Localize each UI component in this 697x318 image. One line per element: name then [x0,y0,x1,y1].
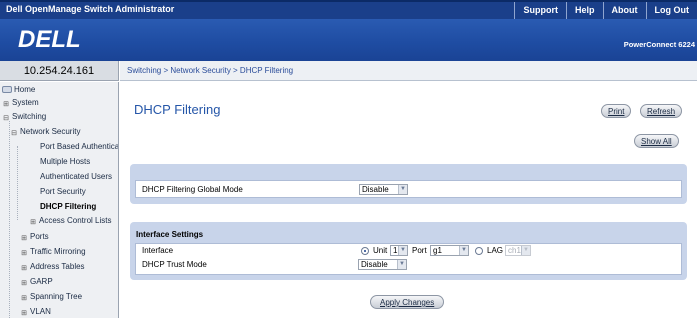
tree-item-label: Traffic Mirroring [30,247,86,256]
breadcrumb-bar: Switching > Network Security > DHCP Filt… [120,61,697,81]
chevron-down-icon: ▼ [521,246,530,255]
tree-item-label: Ports [30,232,49,241]
tree-item-label: Home [14,85,36,94]
tree-item-garp[interactable]: ⊞ GARP [20,275,53,288]
tree-item-label: Address Tables [30,262,85,271]
chevron-down-icon: ▼ [398,185,407,194]
tree-item-spanning-tree[interactable]: ⊞ Spanning Tree [20,290,82,303]
chevron-down-icon: ▼ [398,246,407,255]
about-link[interactable]: About [602,2,646,19]
tree-item-label: Port Based Authentication [40,142,119,151]
app-title: Dell OpenManage Switch Administrator [6,4,175,14]
tree-item-traffic-mirroring[interactable]: ⊞ Traffic Mirroring [20,245,86,258]
tree-item-home[interactable]: Home [2,83,35,96]
support-link[interactable]: Support [514,2,566,19]
home-icon [2,86,12,93]
chevron-down-icon: ▼ [397,260,406,269]
refresh-button[interactable]: Refresh [640,104,683,118]
tree-item-label: Network Security [20,127,81,136]
tree-item-authenticated-users[interactable]: Authenticated Users [40,170,112,183]
expand-icon[interactable]: ⊞ [29,219,37,226]
lag-radio[interactable] [475,247,483,255]
trust-mode-select[interactable]: Disable ▼ [358,259,407,270]
interface-label: Interface [142,246,174,255]
lag-select[interactable]: ch1 ▼ [505,245,531,256]
expand-icon[interactable]: ⊞ [20,235,28,242]
breadcrumb: Switching > Network Security > DHCP Filt… [127,66,294,75]
banner: DELL PowerConnect 6224 [0,19,697,61]
tree-item-label: Authenticated Users [40,172,113,181]
tree-item-multiple-hosts[interactable]: Multiple Hosts [40,155,90,168]
tree-item-port-security[interactable]: Port Security [40,185,86,198]
log-out-link[interactable]: Log Out [645,2,697,19]
interface-settings-title: Interface Settings [136,230,204,239]
tree-item-dhcp-filtering[interactable]: DHCP Filtering [40,200,96,213]
tree-item-vlan[interactable]: ⊞ VLAN [20,305,51,318]
print-button[interactable]: Print [601,104,632,118]
expand-icon[interactable]: ⊞ [20,250,28,257]
top-links: Support Help About Log Out [514,2,697,19]
global-mode-select[interactable]: Disable ▼ [359,184,408,195]
tree-connector-line [9,121,10,318]
tree-item-label: DHCP Filtering [40,202,97,211]
global-mode-panel: DHCP Filtering Global Mode Disable ▼ [130,164,687,204]
tree-item-label: Port Security [40,187,86,196]
tree-item-access-control-lists[interactable]: ⊞ Access Control Lists [29,214,111,227]
expand-icon[interactable]: ⊞ [20,295,28,302]
port-select[interactable]: g1 ▼ [430,245,469,256]
apply-changes-button[interactable]: Apply Changes [370,295,445,309]
ip-address: 10.254.24.161 [23,65,95,77]
top-bar: Dell OpenManage Switch Administrator Sup… [0,0,697,19]
page-title: DHCP Filtering [134,102,221,117]
tree-connector-line [17,146,18,220]
tree-item-label: Multiple Hosts [40,157,91,166]
product-name: PowerConnect 6224 [623,40,695,49]
navigation-tree: Home ⊞ System ⊟ Switching ⊟ Network Securit… [0,82,119,318]
global-mode-value: Disable [362,185,389,194]
port-value: g1 [433,246,442,255]
tree-item-address-tables[interactable]: ⊞ Address Tables [20,260,85,273]
trust-mode-value: Disable [361,260,388,269]
expand-icon[interactable]: ⊞ [20,265,28,272]
collapse-icon[interactable]: ⊟ [2,115,10,122]
help-link[interactable]: Help [565,2,603,19]
interface-settings-panel: Interface Settings Interface Unit 1 ▼ Po… [130,222,687,280]
tree-item-ports[interactable]: ⊞ Ports [20,230,49,243]
port-label: Port [412,246,427,255]
unit-select[interactable]: 1 ▼ [390,245,408,256]
global-mode-row: DHCP Filtering Global Mode Disable ▼ [135,180,682,198]
chevron-down-icon: ▼ [459,246,468,255]
expand-icon[interactable]: ⊞ [20,310,28,317]
expand-icon[interactable]: ⊞ [20,280,28,287]
global-mode-label: DHCP Filtering Global Mode [142,185,243,194]
unit-port-radio[interactable] [361,247,369,255]
tree-item-system[interactable]: ⊞ System [2,96,39,109]
logo-text: DELL [18,26,81,53]
interface-settings-rows: Interface Unit 1 ▼ Port g1 ▼ LAG ch1 ▼ D… [135,243,682,275]
tree-item-network-security[interactable]: ⊟ Network Security [10,125,80,138]
dell-logo: DELL [18,25,81,55]
trust-mode-label: DHCP Trust Mode [142,260,207,269]
lag-label: LAG [487,246,504,255]
main-content: DHCP Filtering Print Refresh Show All DH… [120,82,697,318]
tree-item-label: VLAN [30,307,51,316]
tree-item-label: Switching [12,112,47,121]
tree-item-label: Access Control Lists [39,216,112,225]
show-all-button[interactable]: Show All [634,134,679,148]
unit-value: 1 [393,246,398,255]
lag-value: ch1 [508,246,521,255]
tree-item-label: GARP [30,277,53,286]
tree-item-switching[interactable]: ⊟ Switching [2,110,46,123]
ip-address-box: 10.254.24.161 [0,61,119,81]
unit-label: Unit [373,246,388,255]
expand-icon[interactable]: ⊞ [2,101,10,108]
collapse-icon[interactable]: ⊟ [10,130,18,137]
tree-item-label: System [12,98,39,107]
tree-item-label: Spanning Tree [30,292,83,301]
tree-item-port-based-auth[interactable]: Port Based Authentication [40,140,119,153]
